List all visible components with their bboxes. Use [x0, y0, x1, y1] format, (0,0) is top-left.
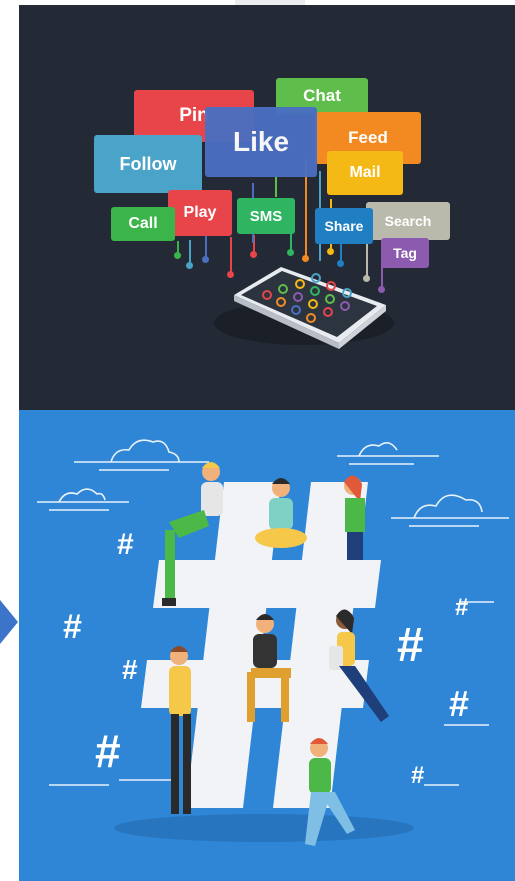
bubble-play: Play — [168, 190, 232, 236]
hash-symbol-small-7: # — [449, 683, 470, 724]
bubble-tag: Tag — [381, 238, 429, 268]
bubble-search: Search — [366, 202, 450, 240]
side-arrow — [0, 600, 18, 644]
social-media-illustration: Pin Chat Feed Follow Like Mail Play SMS … — [19, 5, 515, 410]
clouds-and-hash-art — [37, 439, 509, 846]
hash-symbol-small-5: # — [455, 594, 469, 621]
hash-symbol-small-2: # — [63, 608, 82, 646]
bubble-like: Like — [205, 107, 317, 177]
hash-symbol-small-3: # — [122, 654, 138, 685]
hash-symbol-small-6: # — [397, 619, 424, 672]
bubble-follow: Follow — [94, 135, 202, 193]
hash-symbol-small-1: # — [117, 528, 134, 561]
bubble-mail: Mail — [327, 151, 403, 195]
bubble-call: Call — [111, 207, 175, 241]
bubble-share: Share — [315, 208, 373, 244]
hash-symbol-small-8: # — [411, 762, 425, 789]
bubble-sms: SMS — [237, 198, 295, 234]
hash-symbol-small-4: # — [95, 725, 121, 777]
hashtag-illustration: # # # # # # # # — [19, 410, 515, 881]
